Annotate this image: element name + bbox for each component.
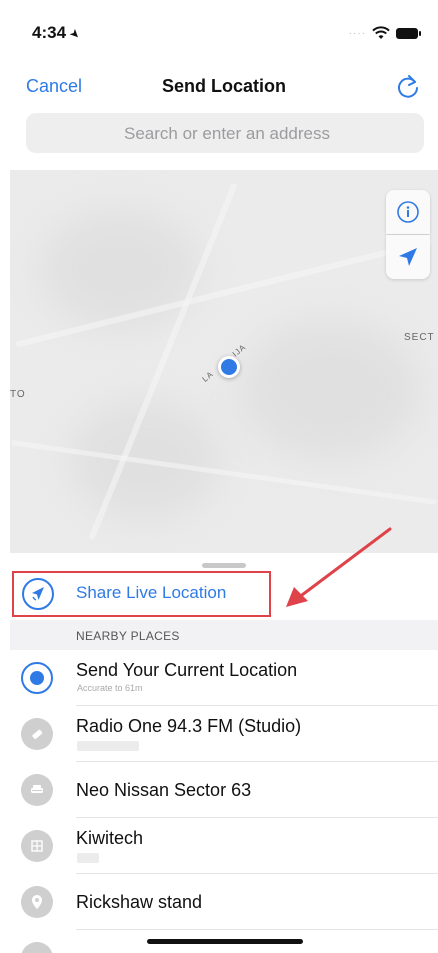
location-dot [218, 356, 240, 378]
place-title: Kiwitech [76, 828, 144, 848]
map-label: SECT [404, 332, 435, 343]
map-label: TO [10, 389, 26, 400]
map-info-button[interactable] [386, 190, 430, 234]
status-indicators: ···· [348, 26, 421, 40]
list-item[interactable]: Rickshaw stand [10, 874, 438, 930]
status-time: 4:34➤ [32, 23, 84, 43]
location-arrow-icon [399, 248, 417, 266]
map-area [40, 210, 200, 330]
status-bar: 4:34➤ ···· [10, 0, 438, 62]
current-location-icon [21, 662, 53, 694]
location-sheet: Share Live Location NEARBY PLACES Send Y… [10, 527, 438, 953]
page-title: Send Location [161, 76, 286, 96]
building-icon [21, 830, 53, 862]
place-title: Rickshaw stand [76, 892, 203, 912]
nearby-places-list: Send Your Current Location Accurate to 6… [10, 650, 438, 953]
car-icon [21, 774, 53, 806]
place-subtitle-redacted [77, 853, 99, 863]
list-item[interactable]: Neo Nissan Sector 63 [10, 762, 438, 818]
place-title: Send Your Current Location [76, 660, 298, 680]
annotation-arrow [286, 527, 392, 607]
wifi-icon [372, 26, 390, 39]
share-live-location-label: Share Live Location [76, 583, 227, 602]
map-view[interactable]: SECT TO LA IJA [10, 170, 438, 553]
home-indicator[interactable] [147, 939, 303, 944]
list-item[interactable]: Radio One 94.3 FM (Studio) [10, 706, 438, 762]
track-location-button[interactable] [386, 235, 430, 279]
share-live-location-button[interactable]: Share Live Location [10, 527, 438, 619]
list-item[interactable]: Send Your Current Location Accurate to 6… [10, 650, 438, 706]
search-bar[interactable] [26, 113, 428, 155]
live-location-icon [22, 578, 54, 610]
map-area [240, 320, 420, 460]
place-title: Neo Nissan Sector 63 [76, 780, 252, 800]
phone-screen: 4:34➤ ···· Cancel Send Location Search o… [10, 0, 438, 953]
navigation-bar: Cancel Send Location [10, 62, 438, 112]
refresh-icon[interactable] [394, 73, 422, 101]
nearby-places-header: NEARBY PLACES [10, 620, 438, 650]
place-subtitle-redacted [77, 741, 139, 751]
sheet-grabber[interactable] [202, 563, 246, 568]
place-subtitle: Accurate to 61m [77, 683, 143, 693]
pin-icon [21, 886, 53, 918]
place-icon [21, 942, 53, 953]
battery-icon [396, 27, 421, 39]
info-icon [397, 201, 419, 223]
time-label: 4:34 [32, 23, 67, 42]
list-item[interactable]: Kiwitech [10, 818, 438, 874]
place-title: Radio One 94.3 FM (Studio) [76, 716, 302, 736]
current-location-marker [208, 346, 248, 386]
radio-icon [21, 718, 53, 750]
section-header-label: NEARBY PLACES [76, 629, 180, 643]
location-services-icon: ➤ [66, 25, 84, 43]
search-input[interactable] [26, 113, 428, 155]
signal-icon: ···· [348, 27, 366, 39]
